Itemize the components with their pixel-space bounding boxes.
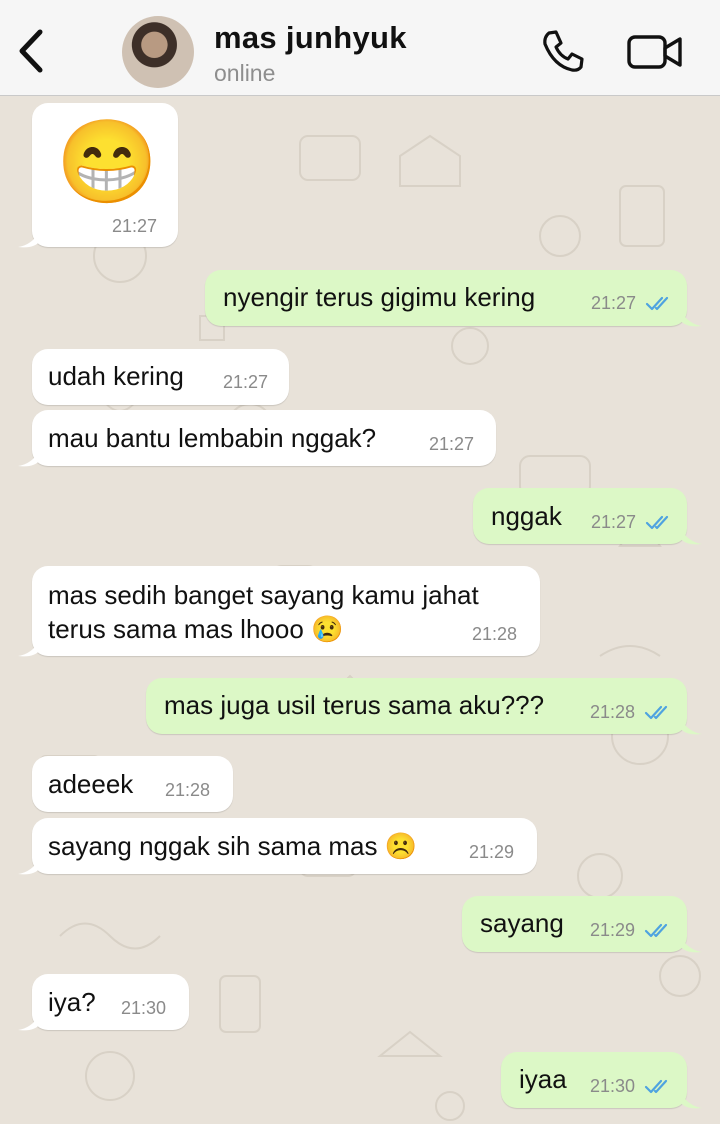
message-bubble-incoming[interactable]: sayang nggak sih sama mas ☹️ 21:29 (32, 818, 537, 874)
message-time: 21:28 (472, 624, 518, 644)
message-text: mau bantu lembabin nggak? (48, 423, 377, 453)
read-receipt-icon (645, 296, 669, 311)
bubble-tail (680, 310, 702, 327)
bubble-tail (18, 1014, 40, 1031)
message-time: 21:27 (429, 434, 475, 454)
message-time: 21:30 (121, 998, 167, 1018)
message-text: adeeek (48, 769, 134, 799)
bubble-tail (680, 718, 702, 735)
message-time: 21:30 (590, 1076, 636, 1096)
message-time: 21:27 (112, 216, 158, 236)
message-time: 21:27 (591, 293, 637, 313)
chevron-left-icon[interactable] (14, 26, 54, 76)
message-text: mas juga usil terus sama aku??? (164, 690, 545, 720)
message-text: iya? (48, 987, 96, 1017)
message-time: 21:28 (590, 702, 636, 722)
read-receipt-icon (644, 1079, 668, 1094)
phone-icon[interactable] (540, 28, 586, 74)
message-text: sayang nggak sih sama mas ☹️ (48, 831, 418, 861)
message-bubble-incoming[interactable]: adeeek 21:28 (32, 756, 233, 812)
message-bubble-outgoing[interactable]: mas juga usil terus sama aku??? 21:28 (146, 678, 687, 734)
read-receipt-icon (644, 705, 668, 720)
video-camera-icon[interactable] (626, 32, 684, 72)
read-receipt-icon (644, 923, 668, 938)
message-text: udah kering (48, 361, 184, 391)
message-time: 21:28 (165, 780, 211, 800)
avatar[interactable] (122, 16, 194, 88)
message-time: 21:27 (223, 372, 269, 392)
contact-status: online (214, 60, 276, 86)
bubble-tail (18, 640, 40, 657)
message-bubble-outgoing[interactable]: nggak 21:27 (473, 488, 687, 544)
message-bubble-incoming[interactable]: mau bantu lembabin nggak? 21:27 (32, 410, 496, 466)
message-bubble-outgoing[interactable]: nyengir terus gigimu kering 21:27 (205, 270, 687, 326)
message-bubble-outgoing[interactable]: sayang 21:29 (462, 896, 687, 952)
grinning-face-emoji: 😁 (56, 117, 159, 208)
bubble-tail (18, 858, 40, 875)
chat-header: mas junhyuk online (0, 0, 720, 96)
message-text-line-2: terus sama mas lhooo 😢 (48, 614, 344, 644)
message-bubble-outgoing[interactable]: iyaa 21:30 (501, 1052, 687, 1108)
read-receipt-icon (645, 515, 669, 530)
message-text-line-1: mas sedih banget sayang kamu jahat (48, 580, 479, 610)
message-bubble-incoming[interactable]: 😁 21:27 (32, 103, 178, 247)
message-bubble-incoming[interactable]: mas sedih banget sayang kamu jahat terus… (32, 566, 540, 656)
bubble-tail (680, 1092, 702, 1109)
bubble-tail (680, 528, 702, 545)
message-text: sayang (480, 908, 564, 938)
bubble-tail (18, 450, 40, 467)
bubble-tail (680, 936, 702, 953)
message-text: iyaa (519, 1064, 567, 1094)
message-time: 21:27 (591, 512, 637, 532)
message-text: nyengir terus gigimu kering (223, 282, 536, 312)
message-text: nggak (491, 501, 562, 531)
message-bubble-incoming[interactable]: udah kering 21:27 (32, 349, 289, 405)
message-bubble-incoming[interactable]: iya? 21:30 (32, 974, 189, 1030)
contact-name[interactable]: mas junhyuk (214, 20, 407, 56)
bubble-tail (18, 231, 40, 248)
message-time: 21:29 (469, 842, 515, 862)
message-time: 21:29 (590, 920, 636, 940)
